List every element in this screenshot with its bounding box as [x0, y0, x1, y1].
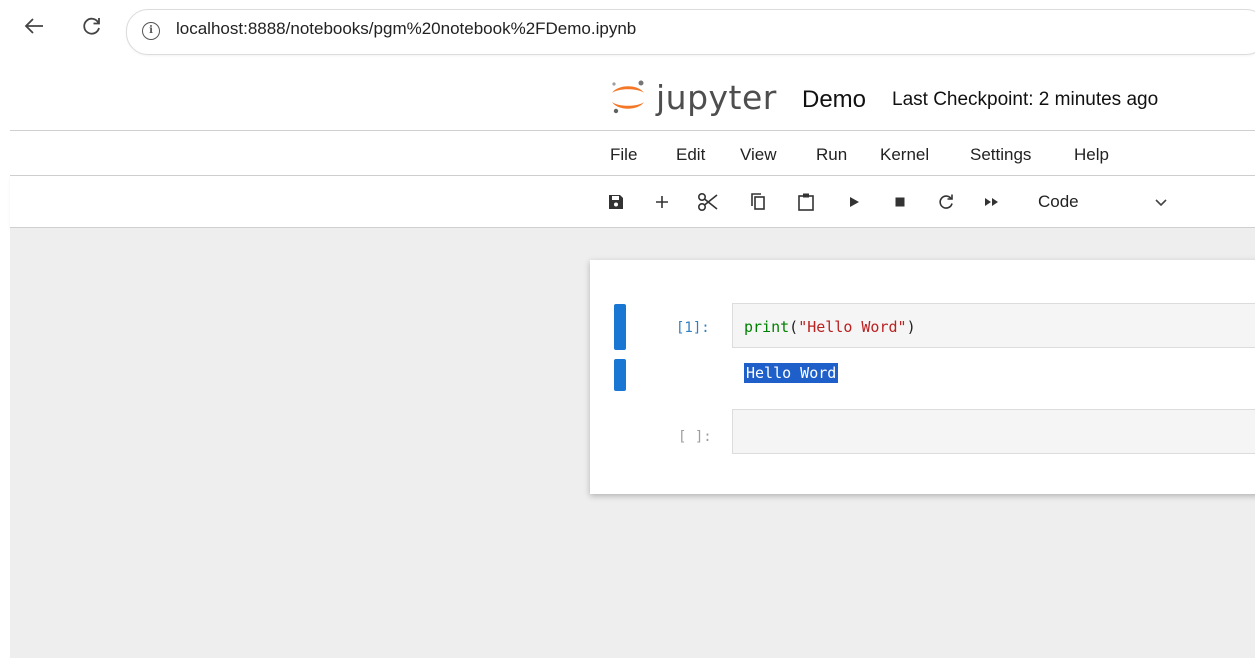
menu-help[interactable]: Help [1074, 145, 1109, 165]
notebook-cells-card [590, 260, 1255, 494]
play-icon[interactable] [842, 190, 866, 214]
scissors-icon[interactable] [696, 190, 720, 214]
menu-kernel[interactable]: Kernel [880, 145, 929, 165]
code-builtin: print [744, 318, 790, 336]
menu-file[interactable]: File [610, 145, 637, 165]
menu-view[interactable]: View [740, 145, 777, 165]
paste-icon[interactable] [794, 190, 818, 214]
code-line[interactable]: print("Hello Word") [744, 318, 916, 336]
fast-forward-icon[interactable] [980, 190, 1004, 214]
chevron-down-icon[interactable] [1154, 196, 1168, 212]
plus-icon[interactable] [650, 190, 674, 214]
restart-icon[interactable] [934, 190, 958, 214]
input-collapser[interactable] [614, 304, 626, 350]
menu-run[interactable]: Run [816, 145, 847, 165]
menu-edit[interactable]: Edit [676, 145, 705, 165]
code-string: "Hello Word" [798, 318, 907, 336]
notebook-title[interactable]: Demo [802, 86, 866, 114]
cell-type-select[interactable]: Code [1038, 192, 1079, 212]
copy-icon[interactable] [746, 190, 770, 214]
url-text[interactable]: localhost:8888/notebooks/pgm%20notebook%… [176, 19, 636, 39]
checkpoint-status: Last Checkpoint: 2 minutes ago [892, 89, 1159, 110]
back-arrow-icon[interactable] [22, 14, 46, 38]
stop-icon[interactable] [888, 190, 912, 214]
reload-icon[interactable] [80, 14, 104, 38]
input-prompt: [1]: [676, 320, 710, 336]
empty-code-cell-input[interactable] [732, 409, 1255, 454]
menu-settings[interactable]: Settings [970, 145, 1031, 165]
code-paren-open: ( [789, 318, 799, 336]
save-icon[interactable] [604, 190, 628, 214]
jupyter-logo-icon[interactable] [608, 78, 648, 116]
jupyter-wordmark[interactable]: jupyter [656, 78, 777, 117]
code-paren-close: ) [906, 318, 916, 336]
output-collapser[interactable] [614, 359, 626, 391]
info-icon[interactable]: i [142, 22, 160, 40]
cell-output[interactable]: Hello Word [744, 363, 839, 383]
input-prompt-empty: [ ]: [678, 429, 712, 445]
